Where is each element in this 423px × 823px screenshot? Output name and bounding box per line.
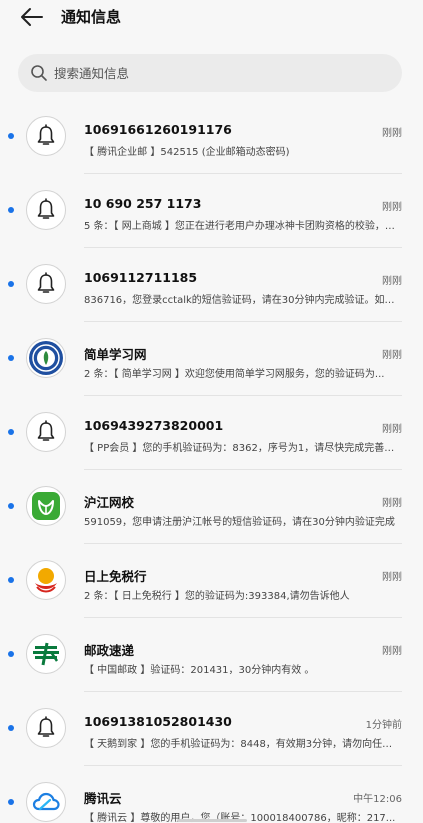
message-time: 刚刚 <box>382 572 402 583</box>
unread-dot <box>8 799 14 805</box>
sender-name: 10691661260191176 <box>84 122 232 137</box>
sender-name: 邮政速递 <box>84 643 135 658</box>
unread-dot <box>8 503 14 509</box>
sender-name: 简单学习网 <box>84 347 147 362</box>
unread-dot <box>8 429 14 435</box>
message-preview: 836716，您登录cctalk的短信验证码，请在30分钟内完成验证。如非本人操… <box>84 295 402 306</box>
message-item[interactable]: 简单学习网 刚刚 2 条：【 简单学习网 】欢迎您使用简单学习网服务，您的验证码… <box>0 322 423 396</box>
message-item[interactable]: 1069439273820001 刚刚 【 PP会员 】您的手机验证码为：836… <box>0 396 423 470</box>
avatar <box>26 560 66 600</box>
message-time: 刚刚 <box>382 424 402 435</box>
page-title: 通知信息 <box>61 8 122 26</box>
message-item[interactable]: 日上免税行 刚刚 2 条：【 日上免税行 】您的验证码为:393384,请勿告诉… <box>0 544 423 618</box>
avatar <box>26 338 66 378</box>
tencent-cloud-logo-icon <box>32 792 60 811</box>
avatar <box>26 116 66 156</box>
message-preview: 【 腾讯企业邮 】542515 (企业邮箱动态密码) <box>84 147 290 158</box>
message-item[interactable]: 10691661260191176 刚刚 【 腾讯企业邮 】542515 (企业… <box>0 100 423 174</box>
sender-name: 10691381052801430 <box>84 714 232 729</box>
message-item[interactable]: 10691381052801430 1分钟前 【 天鹅到家 】您的手机验证码为：… <box>0 692 423 766</box>
avatar <box>26 782 66 822</box>
search-bar[interactable] <box>18 54 402 92</box>
bell-icon <box>37 124 55 145</box>
sender-name: 日上免税行 <box>84 569 147 584</box>
unread-dot <box>8 651 14 657</box>
message-time: 刚刚 <box>382 350 402 361</box>
search-input[interactable] <box>54 54 384 92</box>
back-arrow-icon[interactable] <box>18 4 44 30</box>
message-item[interactable]: 腾讯云 中午12:06 【 腾讯云 】尊敬的用户，您（账号：1000184007… <box>0 766 423 823</box>
message-preview: 【 中国邮政 】验证码：201431，30分钟内有效 。 <box>84 665 315 676</box>
sender-name: 10 690 257 1173 <box>84 196 202 211</box>
home-indicator <box>177 819 247 822</box>
bell-icon <box>37 198 55 219</box>
message-preview: 591059，您申请注册沪江帐号的短信验证码，请在30分钟内验证完成 <box>84 517 395 528</box>
avatar <box>26 264 66 304</box>
message-time: 刚刚 <box>382 498 402 509</box>
avatar <box>26 190 66 230</box>
message-time: 刚刚 <box>382 646 402 657</box>
avatar <box>26 412 66 452</box>
unread-dot <box>8 133 14 139</box>
bell-icon <box>37 716 55 737</box>
unread-dot <box>8 355 14 361</box>
message-item[interactable]: 1069112711185 刚刚 836716，您登录cctalk的短信验证码，… <box>0 248 423 322</box>
sender-name: 1069112711185 <box>84 270 198 285</box>
jiandan-logo-icon <box>29 341 63 375</box>
avatar <box>26 634 66 674</box>
avatar <box>26 708 66 748</box>
message-time: 1分钟前 <box>365 720 402 731</box>
message-time: 中午12:06 <box>353 794 402 805</box>
message-time: 刚刚 <box>382 128 402 139</box>
sender-name: 1069439273820001 <box>84 418 224 433</box>
message-preview: 2 条：【 简单学习网 】欢迎您使用简单学习网服务，您的验证码为... <box>84 369 385 380</box>
search-icon <box>31 65 47 81</box>
message-item[interactable]: 邮政速递 刚刚 【 中国邮政 】验证码：201431，30分钟内有效 。 <box>0 618 423 692</box>
bell-icon <box>37 420 55 441</box>
unread-dot <box>8 207 14 213</box>
bell-icon <box>37 272 55 293</box>
message-item[interactable]: 10 690 257 1173 刚刚 5 条：【 网上商城 】您正在进行老用户办… <box>0 174 423 248</box>
unread-dot <box>8 577 14 583</box>
header-bar: 通知信息 <box>0 0 423 40</box>
avatar <box>26 486 66 526</box>
unread-dot <box>8 281 14 287</box>
hujiang-logo-icon <box>32 492 60 520</box>
message-preview: 5 条：【 网上商城 】您正在进行老用户办理冰神卡团购资格的校验，验证码为... <box>84 221 402 232</box>
message-preview: 2 条：【 日上免税行 】您的验证码为:393384,请勿告诉他人 <box>84 591 350 602</box>
rishang-logo-icon <box>35 568 57 593</box>
china-post-logo-icon <box>33 642 59 666</box>
sender-name: 沪江网校 <box>84 495 135 510</box>
message-time: 刚刚 <box>382 202 402 213</box>
sender-name: 腾讯云 <box>84 791 122 806</box>
message-preview: 【 PP会员 】您的手机验证码为：8362，序号为1，请尽快完成完善资料 <box>84 443 402 454</box>
message-time: 刚刚 <box>382 276 402 287</box>
message-preview: 【 天鹅到家 】您的手机验证码为：8448，有效期3分钟，请勿向任何人透露 <box>84 739 402 750</box>
message-item[interactable]: 沪江网校 刚刚 591059，您申请注册沪江帐号的短信验证码，请在30分钟内验证… <box>0 470 423 544</box>
unread-dot <box>8 725 14 731</box>
